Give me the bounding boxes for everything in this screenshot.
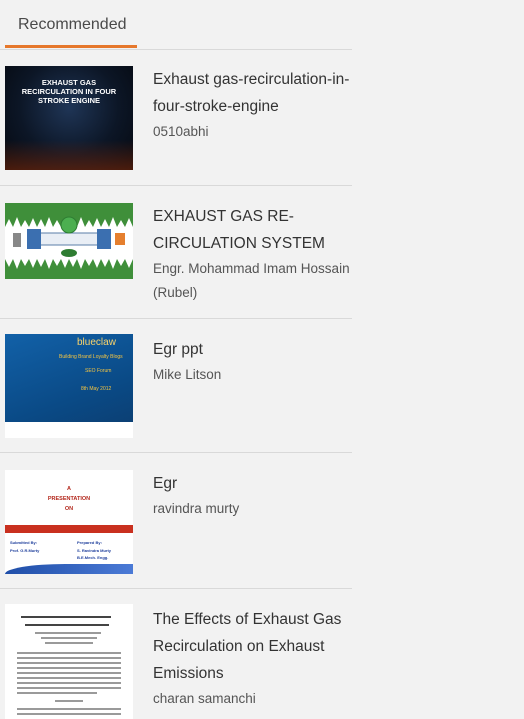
thumbnail-title: EXHAUST GAS RECIRCULATION IN FOUR STROKE…	[21, 78, 117, 105]
doc-line	[17, 672, 121, 674]
doc-line	[55, 700, 83, 702]
thumbnail-text: B.E.Mech. Engg.	[77, 555, 109, 560]
doc-line	[17, 682, 121, 684]
slide-thumbnail[interactable]: EXHAUST GAS RECIRCULATION IN FOUR STROKE…	[5, 66, 133, 170]
doc-line	[17, 692, 97, 694]
item-info: EXHAUST GAS RE-CIRCULATION SYSTEM Engr. …	[153, 203, 353, 305]
doc-line	[45, 642, 93, 644]
thumbnail-text: SEO Forum	[85, 368, 112, 374]
thumbnail-text: A	[67, 486, 71, 492]
thumbnail-text: 8th May 2012	[81, 386, 112, 392]
thumbnail-text: Submitted By:	[10, 540, 38, 545]
doc-line	[25, 624, 109, 626]
item-info: Egr ppt Mike Litson	[153, 336, 353, 387]
doc-line	[17, 652, 121, 654]
item-author[interactable]: Engr. Mohammad Imam Hossain (Rubel)	[153, 257, 353, 305]
doc-line	[17, 713, 121, 715]
thumbnail-footer	[5, 422, 133, 438]
engine-diagram-image	[5, 203, 133, 279]
item-info: Egr ravindra murty	[153, 470, 353, 521]
list-item[interactable]: EXHAUST GAS RECIRCULATION IN FOUR STROKE…	[0, 49, 352, 186]
slide-thumbnail[interactable]: blueclaw Building Brand Loyalty Blogs SE…	[5, 334, 133, 438]
doc-line	[17, 662, 121, 664]
list-item[interactable]: A PRESENTATION ON Submitted By: Prof. G.…	[0, 453, 352, 589]
item-title[interactable]: The Effects of Exhaust Gas Recirculation…	[153, 606, 353, 687]
item-title[interactable]: Egr	[153, 470, 353, 497]
recommended-panel: Recommended EXHAUST GAS RECIRCULATION IN…	[0, 0, 352, 719]
item-title[interactable]: Exhaust gas-recirculation-in-four-stroke…	[153, 66, 353, 120]
thumbnail-glow	[5, 140, 133, 170]
tab-bar: Recommended	[0, 0, 352, 50]
item-author[interactable]: 0510abhi	[153, 120, 353, 144]
doc-line	[17, 657, 121, 659]
item-title[interactable]: EXHAUST GAS RE-CIRCULATION SYSTEM	[153, 203, 353, 257]
doc-line	[17, 677, 121, 679]
list-item[interactable]: The Effects of Exhaust Gas Recirculation…	[0, 589, 352, 719]
slide-thumbnail[interactable]: A PRESENTATION ON Submitted By: Prof. G.…	[5, 470, 133, 574]
list-item[interactable]: EXHAUST GAS RE-CIRCULATION SYSTEM Engr. …	[0, 186, 352, 319]
doc-line	[17, 708, 121, 710]
doc-line	[41, 637, 97, 639]
slide-thumbnail[interactable]	[5, 203, 133, 279]
thumbnail-text: ON	[64, 506, 74, 512]
thumbnail-text: Prepared By:	[77, 540, 102, 545]
doc-line	[35, 632, 101, 634]
thumbnail-text: Prof. G.R.Murty	[10, 548, 40, 553]
item-author[interactable]: charan samanchi	[153, 687, 353, 711]
doc-line	[17, 687, 121, 689]
tab-recommended-label: Recommended	[18, 16, 127, 33]
list-item[interactable]: blueclaw Building Brand Loyalty Blogs SE…	[0, 319, 352, 453]
tab-recommended[interactable]: Recommended	[5, 0, 137, 48]
thumbnail-text: PRESENTATION	[47, 496, 91, 502]
thumbnail-text: Building Brand Loyalty Blogs	[59, 354, 123, 360]
thumbnail-brand: blueclaw	[77, 337, 116, 348]
item-title[interactable]: Egr ppt	[153, 336, 353, 363]
item-author[interactable]: ravindra murty	[153, 497, 353, 521]
thumbnail-curve	[5, 564, 133, 574]
item-author[interactable]: Mike Litson	[153, 363, 353, 387]
item-info: The Effects of Exhaust Gas Recirculation…	[153, 606, 353, 711]
doc-line	[17, 667, 121, 669]
doc-line	[21, 616, 111, 618]
slide-thumbnail[interactable]	[5, 604, 133, 719]
thumbnail-band	[5, 525, 133, 533]
thumbnail-text: S. Ravindra Murty	[77, 548, 112, 553]
item-info: Exhaust gas-recirculation-in-four-stroke…	[153, 66, 353, 144]
